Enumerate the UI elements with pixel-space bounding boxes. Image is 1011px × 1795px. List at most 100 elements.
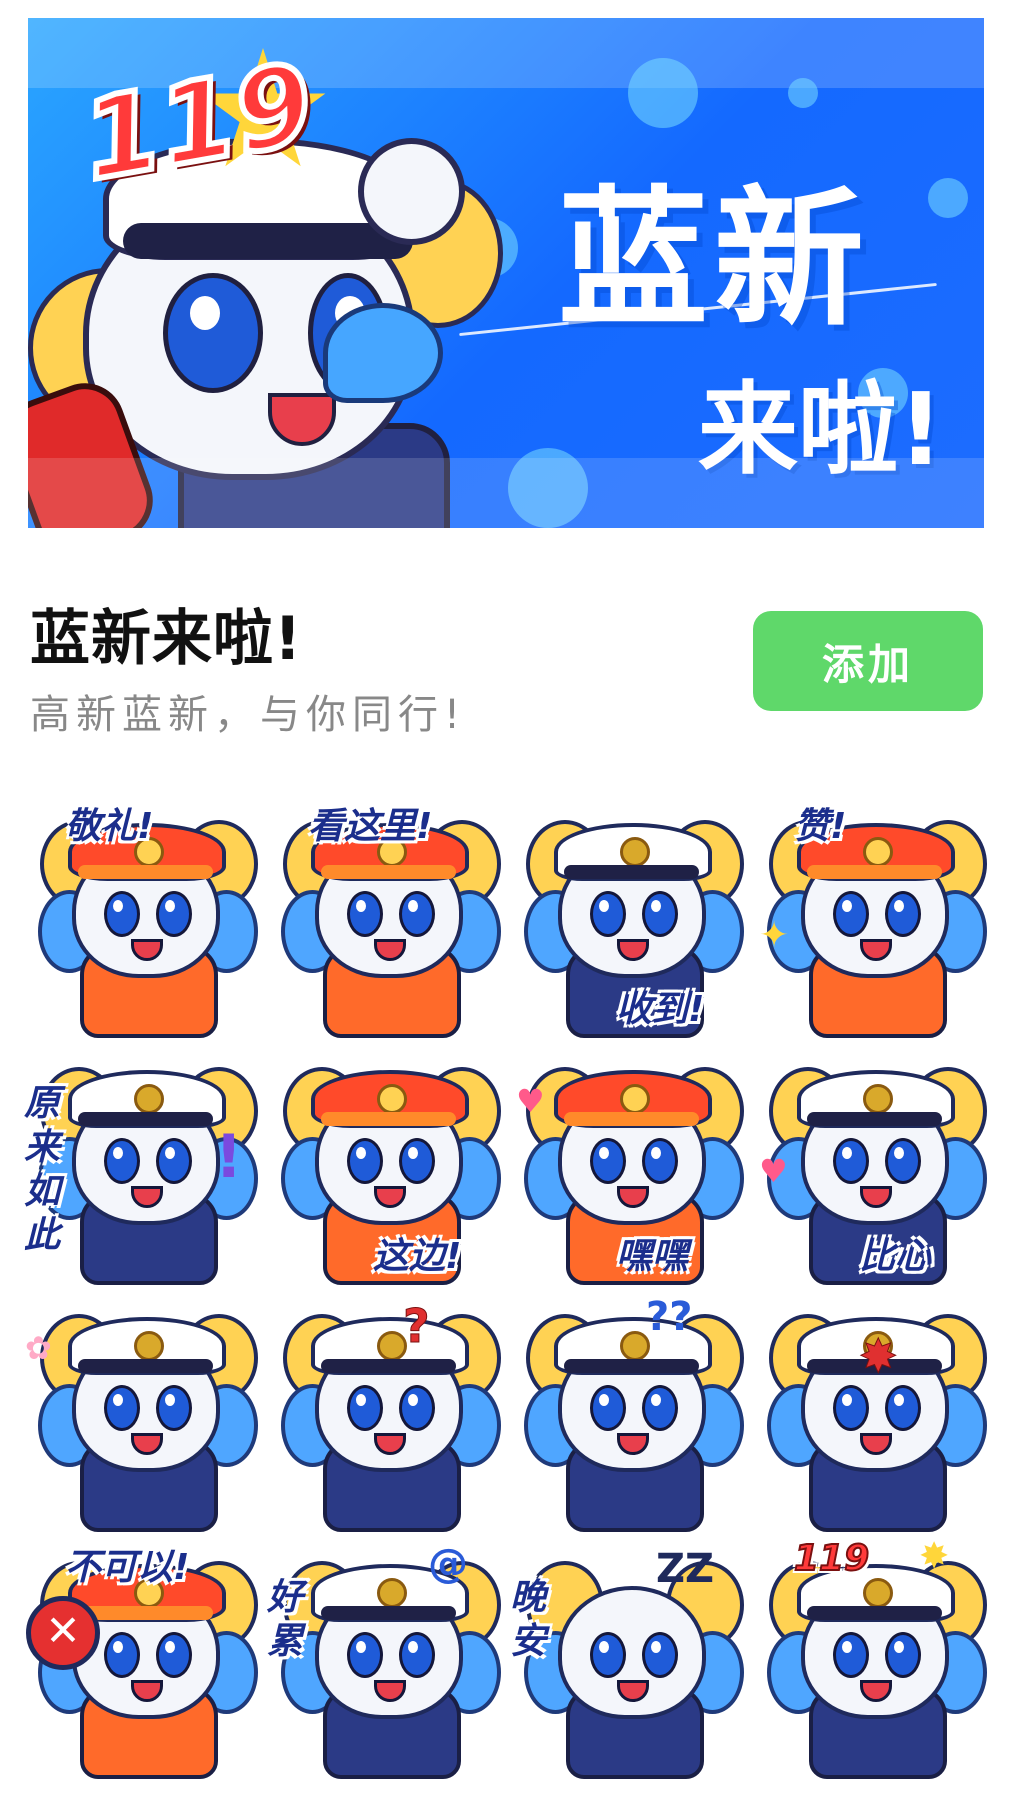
sticker-caption: 这边! [373, 1236, 462, 1277]
sticker-eye [399, 891, 435, 937]
sticker-eye [642, 1138, 678, 1184]
sticker-eye [590, 1632, 626, 1678]
heart-icon: ♥ [759, 1152, 788, 1190]
mascot-wing [323, 303, 443, 403]
sticker-eye [399, 1138, 435, 1184]
sticker-caption: 比心 [859, 1236, 932, 1277]
flower-icon: ✿ [25, 1329, 52, 1367]
add-button[interactable]: 添加 [753, 611, 983, 711]
sticker-caption: 晚安 [510, 1577, 547, 1662]
visor [321, 1112, 456, 1126]
sticker-eye [347, 891, 383, 937]
sticker-eye [590, 891, 626, 937]
sparkle-icon: ✦ [759, 915, 790, 956]
visor [78, 1112, 213, 1126]
sticker-eye [833, 1385, 869, 1431]
sticker-mouth [131, 1680, 163, 1702]
sticker-caption: 看这里! [308, 806, 433, 847]
sticker-item[interactable]: ?? [506, 1289, 749, 1536]
sticker-item[interactable]: ✸ 119 [749, 1536, 992, 1783]
sticker-caption: 119 [793, 1537, 870, 1580]
visor [78, 865, 213, 879]
visor [807, 1606, 942, 1620]
sticker-item[interactable]: 这边! [263, 1042, 506, 1289]
visor [78, 1606, 213, 1620]
sticker-caption: 收到! [616, 989, 705, 1030]
mascot-paw [358, 138, 465, 245]
sticker-mouth [374, 939, 406, 961]
heart-icon: ♥ [516, 1082, 545, 1120]
visor [321, 1606, 456, 1620]
sticker-eye [104, 1385, 140, 1431]
sticker-caption: 不可以! [65, 1547, 190, 1588]
sticker-eye [156, 1385, 192, 1431]
sticker-mouth [131, 1433, 163, 1455]
sticker-eye [347, 1385, 383, 1431]
sticker-item[interactable]: ✿ [20, 1289, 263, 1536]
sticker-mouth [374, 1433, 406, 1455]
sticker-mouth [374, 1680, 406, 1702]
sticker-eye [590, 1138, 626, 1184]
sticker-mouth [860, 939, 892, 961]
sticker-mouth [617, 939, 649, 961]
sticker-caption: 嘿嘿 [616, 1236, 689, 1277]
visor [807, 1112, 942, 1126]
bubble-decoration [628, 58, 698, 128]
sticker-mouth [860, 1186, 892, 1208]
sticker-mouth [617, 1680, 649, 1702]
sticker-eye [885, 1632, 921, 1678]
bubble-decoration [928, 178, 968, 218]
sticker-item[interactable]: 看这里! [263, 795, 506, 1042]
sticker-eye [642, 891, 678, 937]
visor [807, 865, 942, 879]
sticker-item[interactable]: ZZ 晚安 [506, 1536, 749, 1783]
no-icon: ✕ [26, 1596, 100, 1670]
sticker-eye [399, 1632, 435, 1678]
sticker-eye [104, 1632, 140, 1678]
sticker-mouth [860, 1680, 892, 1702]
sticker-eye [885, 1385, 921, 1431]
pack-title: 蓝新来啦! [30, 604, 303, 674]
swirl-icon: @ [428, 1541, 468, 1587]
anger-icon: ✸ [859, 1329, 899, 1384]
sticker-item[interactable]: ✸ [749, 1289, 992, 1536]
sticker-eye [156, 1632, 192, 1678]
visor [78, 1359, 213, 1373]
starburst-icon: ✸ [919, 1536, 950, 1577]
pack-banner: 119 蓝新 来啦! [28, 18, 984, 528]
visor [321, 1359, 456, 1373]
bubble-decoration [788, 78, 818, 108]
sticker-mouth [617, 1186, 649, 1208]
sticker-eye [833, 1138, 869, 1184]
sticker-mouth [374, 1186, 406, 1208]
sticker-item[interactable]: ! 原来如此 [20, 1042, 263, 1289]
sticker-eye [833, 891, 869, 937]
sticker-item[interactable]: 收到! [506, 795, 749, 1042]
sticker-item[interactable]: ✦ 赞! [749, 795, 992, 1042]
sticker-head [558, 1586, 706, 1719]
sticker-item[interactable]: 敬礼! [20, 795, 263, 1042]
sticker-item[interactable]: ♥ 比心 [749, 1042, 992, 1289]
sticker-eye [347, 1138, 383, 1184]
bubble-decoration [508, 448, 588, 528]
sticker-eye [642, 1632, 678, 1678]
exclamation-icon: ! [215, 1122, 243, 1192]
sleep-icon: ZZ [656, 1546, 715, 1592]
sticker-eye [104, 1138, 140, 1184]
visor [564, 1112, 699, 1126]
sticker-grid: 敬礼! 看这里! 收到! ✦ 赞! ! 原来如此这边! ♥ 嘿嘿 ♥ 比心 ✿??? ✸ ✕ 不可以! @ 好累… [20, 795, 995, 1783]
question-icon: ? [403, 1299, 431, 1354]
sticker-item[interactable]: ♥ 嘿嘿 [506, 1042, 749, 1289]
sticker-mouth [860, 1433, 892, 1455]
sticker-eye [833, 1632, 869, 1678]
sticker-item[interactable]: @ 好累 [263, 1536, 506, 1783]
banner-title-line2: 来啦! [698, 371, 944, 488]
sticker-caption: 赞! [794, 806, 847, 847]
visor [321, 865, 456, 879]
sticker-mouth [131, 939, 163, 961]
banner-title-line1: 蓝新 [558, 173, 871, 347]
question-icon: ?? [646, 1294, 693, 1340]
sticker-item[interactable]: ✕ 不可以! [20, 1536, 263, 1783]
sticker-mouth [131, 1186, 163, 1208]
sticker-item[interactable]: ? [263, 1289, 506, 1536]
